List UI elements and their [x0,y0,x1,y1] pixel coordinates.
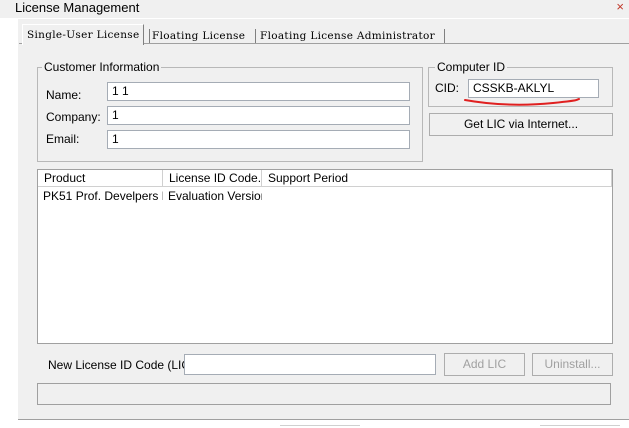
customer-information-legend: Customer Information [42,60,162,74]
uninstall-button[interactable]: Uninstall... [532,353,613,376]
title-bar: License Management × [0,0,629,18]
column-header-product[interactable]: Product [38,170,163,187]
status-bar [37,383,611,405]
column-header-license-id-code[interactable]: License ID Code... [163,170,262,187]
computer-id-legend: Computer ID [435,60,508,74]
tab-separator [444,29,445,43]
underline-stroke [464,98,580,106]
company-label: Company: [46,110,101,124]
email-input[interactable]: 1 [107,130,410,149]
tab-floating-license[interactable]: Floating License [152,28,245,44]
license-id-cell: Evaluation Version [168,189,262,203]
company-input[interactable]: 1 [107,106,410,125]
new-license-id-label: New License ID Code (LIC): [48,358,198,372]
add-lic-button[interactable]: Add LIC [444,353,525,376]
handwritten-underline [464,98,580,106]
window-title: License Management [15,0,140,15]
email-label: Email: [46,132,80,146]
support-period-cell [268,189,388,204]
tab-floating-license-administrator[interactable]: Floating License Administrator [260,28,435,44]
tab-separator [255,29,256,43]
background-window-edge [280,425,360,426]
product-cell: PK51 Prof. Develpers Kit [43,189,163,203]
get-lic-via-internet-button[interactable]: Get LIC via Internet... [429,113,613,136]
column-header-support-period[interactable]: Support Period [262,170,612,187]
cid-label: CID: [435,81,459,95]
name-input[interactable]: 1 1 [107,82,410,101]
background-window-edge [540,425,620,426]
cid-field[interactable]: CSSKB-AKLYL [468,79,599,98]
close-icon[interactable]: × [616,0,624,14]
tab-single-user-license[interactable]: Single-User License [22,24,145,45]
license-list[interactable]: Product License ID Code... Support Perio… [37,169,613,344]
tab-separator [149,29,150,43]
new-license-id-input[interactable] [184,354,436,375]
name-label: Name: [46,88,82,102]
